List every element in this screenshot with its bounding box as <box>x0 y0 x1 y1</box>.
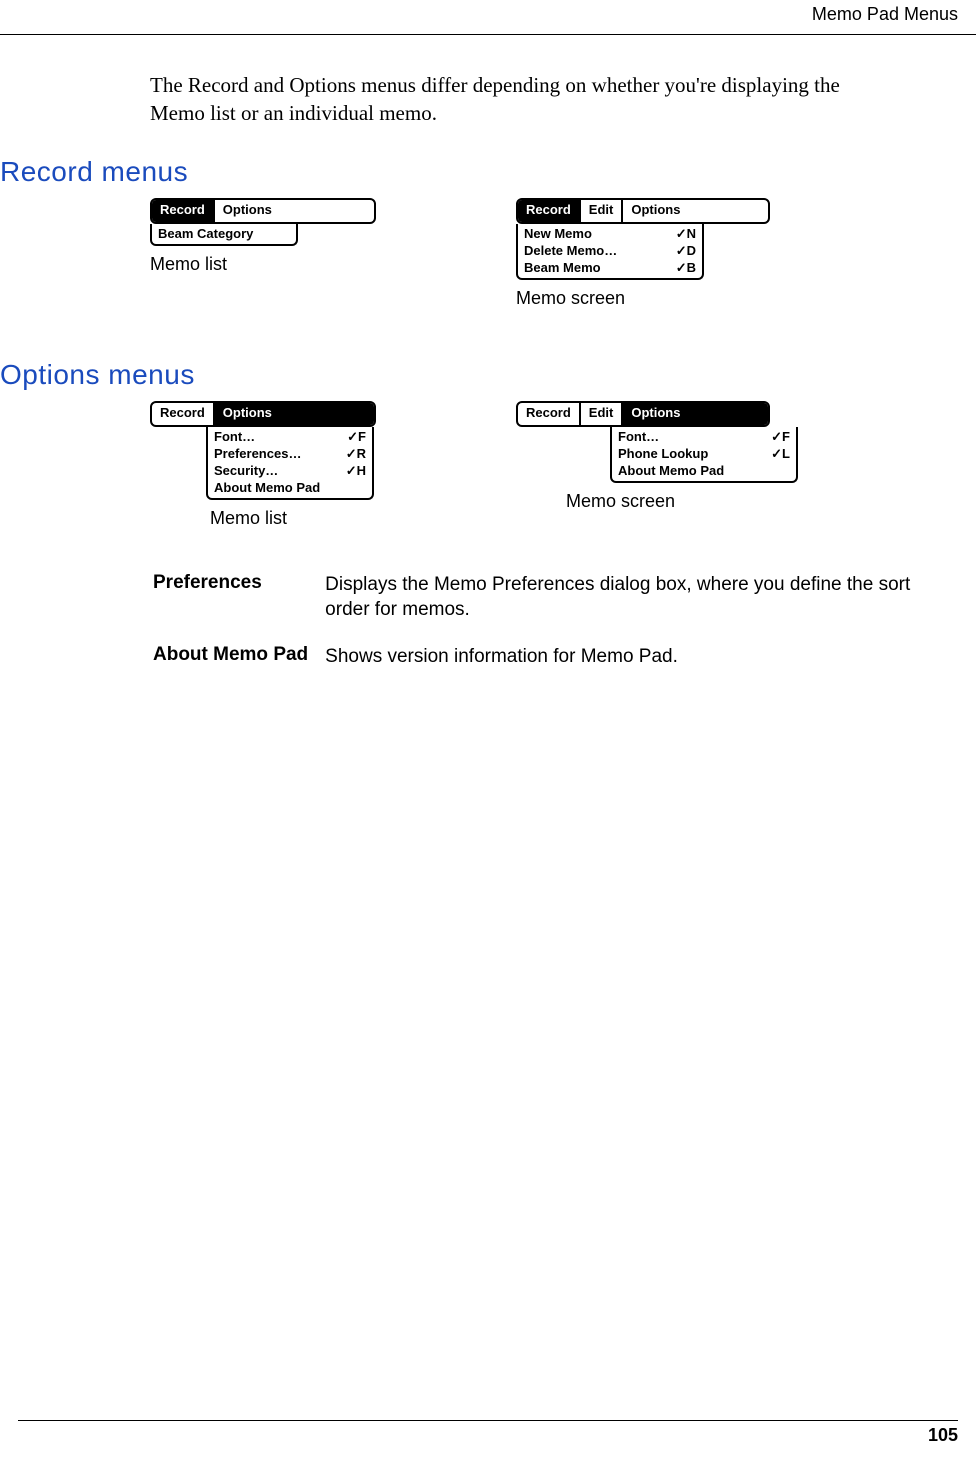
menu-item-shortcut: ✓B <box>676 259 696 276</box>
menu-dropdown: Font… ✓F Phone Lookup ✓L About Memo Pad <box>610 427 798 483</box>
menu-item-label: Delete Memo… <box>524 242 617 259</box>
menu-item-shortcut: ✓F <box>771 428 790 445</box>
menu-item[interactable]: Beam Category <box>154 225 294 242</box>
menu-item-label: Beam Category <box>158 225 253 242</box>
section-heading-record: Record menus <box>0 156 958 188</box>
menu-item-label: Phone Lookup <box>618 445 708 462</box>
menu-item[interactable]: Font… ✓F <box>614 428 794 445</box>
menubar: Record Edit Options <box>516 401 770 427</box>
menubar: Record Options <box>150 198 376 224</box>
options-menus-row: Record Options Font… ✓F Preferences… ✓R <box>150 401 958 529</box>
menu-tab-record[interactable]: Record <box>152 403 215 425</box>
menu-tab-edit[interactable]: Edit <box>581 403 624 425</box>
menu-item-label: Beam Memo <box>524 259 601 276</box>
menu-item[interactable]: About Memo Pad <box>614 462 794 479</box>
menu-item-label: About Memo Pad <box>214 479 320 496</box>
definition-row: Preferences Displays the Memo Preference… <box>152 571 956 641</box>
caption: Memo list <box>150 254 376 275</box>
definition-term: Preferences <box>152 571 322 641</box>
menu-dropdown: Beam Category <box>150 224 298 246</box>
palm-menu: Record Options Font… ✓F Preferences… ✓R <box>150 401 376 500</box>
menu-item[interactable]: New Memo ✓N <box>520 225 700 242</box>
menu-item[interactable]: Preferences… ✓R <box>210 445 370 462</box>
menu-tab-record[interactable]: Record <box>152 200 215 222</box>
options-memo-list-block: Record Options Font… ✓F Preferences… ✓R <box>150 401 376 529</box>
menu-dropdown: New Memo ✓N Delete Memo… ✓D Beam Memo ✓B <box>516 224 704 280</box>
menu-tab-options[interactable]: Options <box>623 200 768 222</box>
menubar: Record Edit Options <box>516 198 770 224</box>
palm-menu: Record Options Beam Category <box>150 198 376 246</box>
record-memo-list-block: Record Options Beam Category Memo list <box>150 198 376 309</box>
definition-row: About Memo Pad Shows version information… <box>152 643 956 688</box>
palm-menu: Record Edit Options Font… ✓F Phone Looku… <box>516 401 798 483</box>
menu-item-shortcut: ✓F <box>347 428 366 445</box>
header-title: Memo Pad Menus <box>812 4 958 24</box>
intro-paragraph: The Record and Options menus differ depe… <box>150 71 898 128</box>
page-footer: 105 <box>18 1420 958 1446</box>
menu-dropdown: Font… ✓F Preferences… ✓R Security… ✓H <box>206 427 374 500</box>
menu-item[interactable]: Security… ✓H <box>210 462 370 479</box>
menu-tab-options[interactable]: Options <box>215 200 374 222</box>
menu-item-label: Preferences… <box>214 445 301 462</box>
definitions-table: Preferences Displays the Memo Preference… <box>150 569 958 690</box>
menu-item[interactable]: Beam Memo ✓B <box>520 259 700 276</box>
menu-item-shortcut: ✓H <box>346 462 366 479</box>
content: The Record and Options menus differ depe… <box>0 50 976 690</box>
palm-menu: Record Edit Options New Memo ✓N Delete M… <box>516 198 770 280</box>
menu-tab-options[interactable]: Options <box>215 403 374 425</box>
menu-item[interactable]: About Memo Pad <box>210 479 370 496</box>
definition-description: Shows version information for Memo Pad. <box>324 643 956 688</box>
caption: Memo list <box>210 508 376 529</box>
page-number: 105 <box>928 1425 958 1445</box>
menu-item[interactable]: Font… ✓F <box>210 428 370 445</box>
menu-item-label: Security… <box>214 462 278 479</box>
options-memo-screen-block: Record Edit Options Font… ✓F Phone Looku… <box>516 401 798 529</box>
menu-item-shortcut: ✓R <box>346 445 366 462</box>
menu-item-label: New Memo <box>524 225 592 242</box>
menu-item-shortcut: ✓N <box>676 225 696 242</box>
caption: Memo screen <box>566 491 798 512</box>
menu-tab-record[interactable]: Record <box>518 403 581 425</box>
menu-item[interactable]: Phone Lookup ✓L <box>614 445 794 462</box>
menu-item-shortcut: ✓L <box>771 445 790 462</box>
menu-item[interactable]: Delete Memo… ✓D <box>520 242 700 259</box>
menu-item-label: Font… <box>214 428 255 445</box>
menu-item-label: Font… <box>618 428 659 445</box>
menubar: Record Options <box>150 401 376 427</box>
caption: Memo screen <box>516 288 770 309</box>
menu-item-shortcut: ✓D <box>676 242 696 259</box>
page-header: Memo Pad Menus <box>0 0 976 35</box>
section-heading-options: Options menus <box>0 359 958 391</box>
definition-term: About Memo Pad <box>152 643 322 688</box>
definition-description: Displays the Memo Preferences dialog box… <box>324 571 956 641</box>
record-menus-row: Record Options Beam Category Memo list <box>150 198 958 309</box>
menu-tab-edit[interactable]: Edit <box>581 200 624 222</box>
record-memo-screen-block: Record Edit Options New Memo ✓N Delete M… <box>516 198 770 309</box>
menu-tab-record[interactable]: Record <box>518 200 581 222</box>
menu-item-label: About Memo Pad <box>618 462 724 479</box>
menu-tab-options[interactable]: Options <box>623 403 768 425</box>
